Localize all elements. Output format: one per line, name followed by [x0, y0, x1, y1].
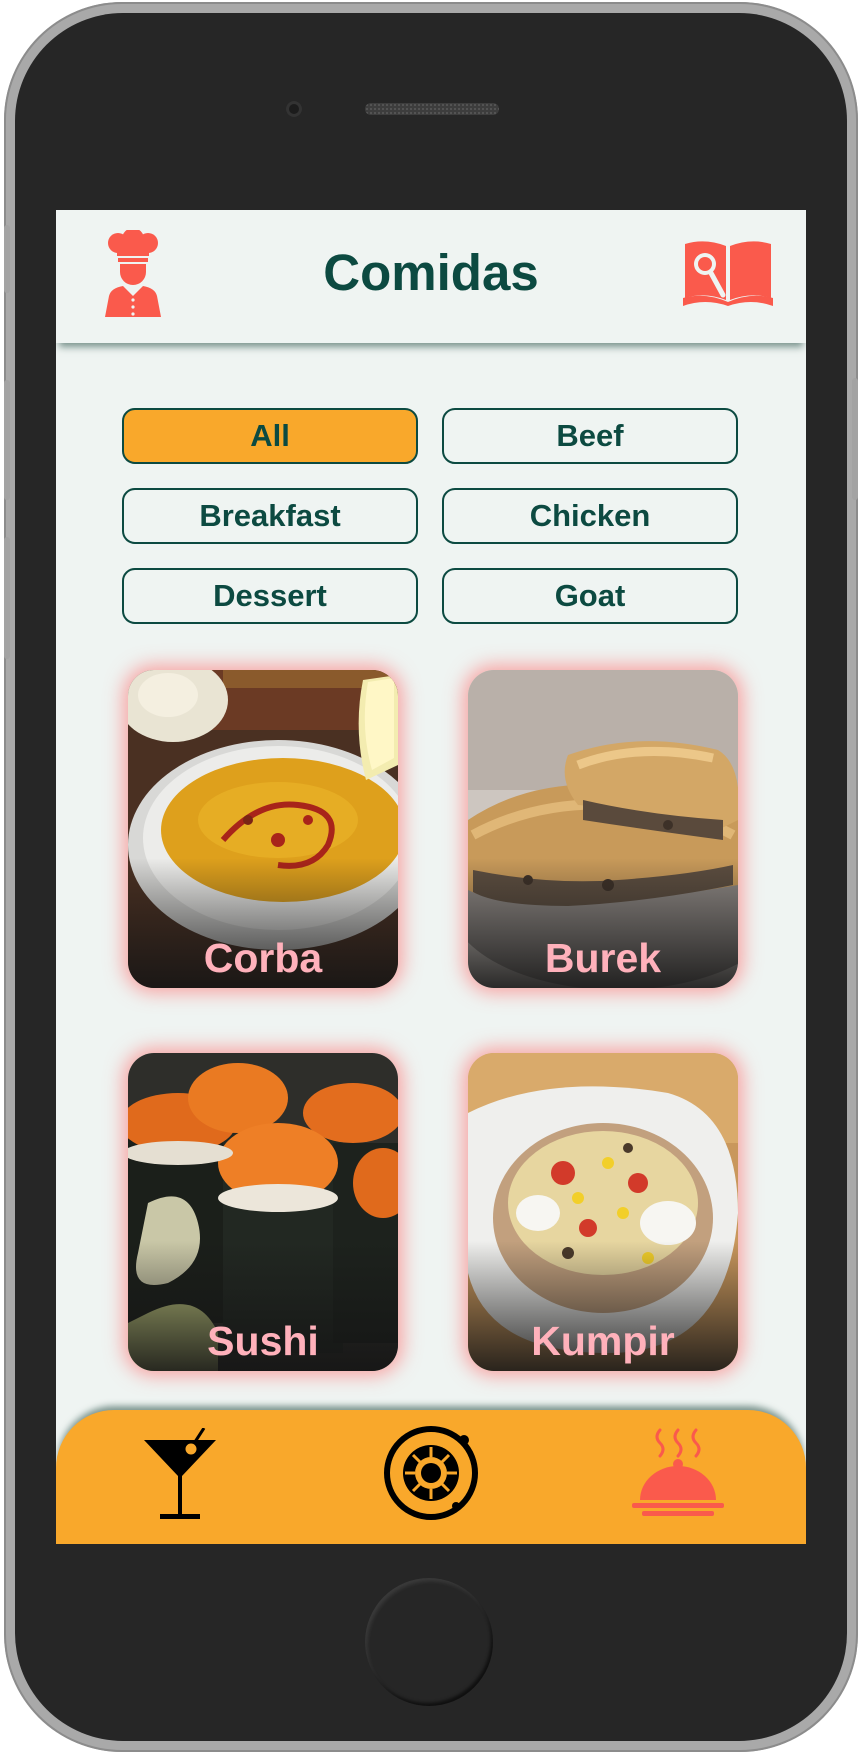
meal-card-burek[interactable]: Burek [468, 670, 738, 988]
cocktail-icon[interactable] [142, 1428, 218, 1520]
meal-card-sushi[interactable]: Sushi [128, 1053, 398, 1371]
recipe-book-icon[interactable] [683, 240, 773, 306]
filter-breakfast[interactable]: Breakfast [122, 488, 418, 544]
meal-name: Burek [544, 935, 662, 981]
filter-all[interactable]: All [122, 408, 418, 464]
app-screen: Comidas All Beef Breakfast Chicken Desse… [56, 210, 806, 1544]
meal-card-corba[interactable]: Corba [128, 670, 398, 988]
food-dish-icon[interactable] [630, 1428, 726, 1518]
mute-switch [4, 225, 10, 293]
meal-card-kumpir[interactable]: Kumpir [468, 1053, 738, 1371]
filter-goat[interactable]: Goat [442, 568, 738, 624]
volume-up-button [4, 380, 10, 500]
power-button [852, 378, 858, 500]
volume-down-button [4, 537, 10, 659]
meal-name: Corba [203, 935, 323, 981]
meal-name: Kumpir [531, 1318, 675, 1364]
filter-beef[interactable]: Beef [442, 408, 738, 464]
front-camera [286, 101, 302, 117]
app-header: Comidas [56, 210, 806, 343]
filter-dessert[interactable]: Dessert [122, 568, 418, 624]
bottom-navigation [56, 1410, 806, 1544]
filter-chicken[interactable]: Chicken [442, 488, 738, 544]
meal-name: Sushi [207, 1318, 319, 1364]
explore-icon[interactable] [384, 1426, 478, 1520]
home-button[interactable] [365, 1578, 493, 1706]
earpiece-speaker [365, 103, 499, 115]
